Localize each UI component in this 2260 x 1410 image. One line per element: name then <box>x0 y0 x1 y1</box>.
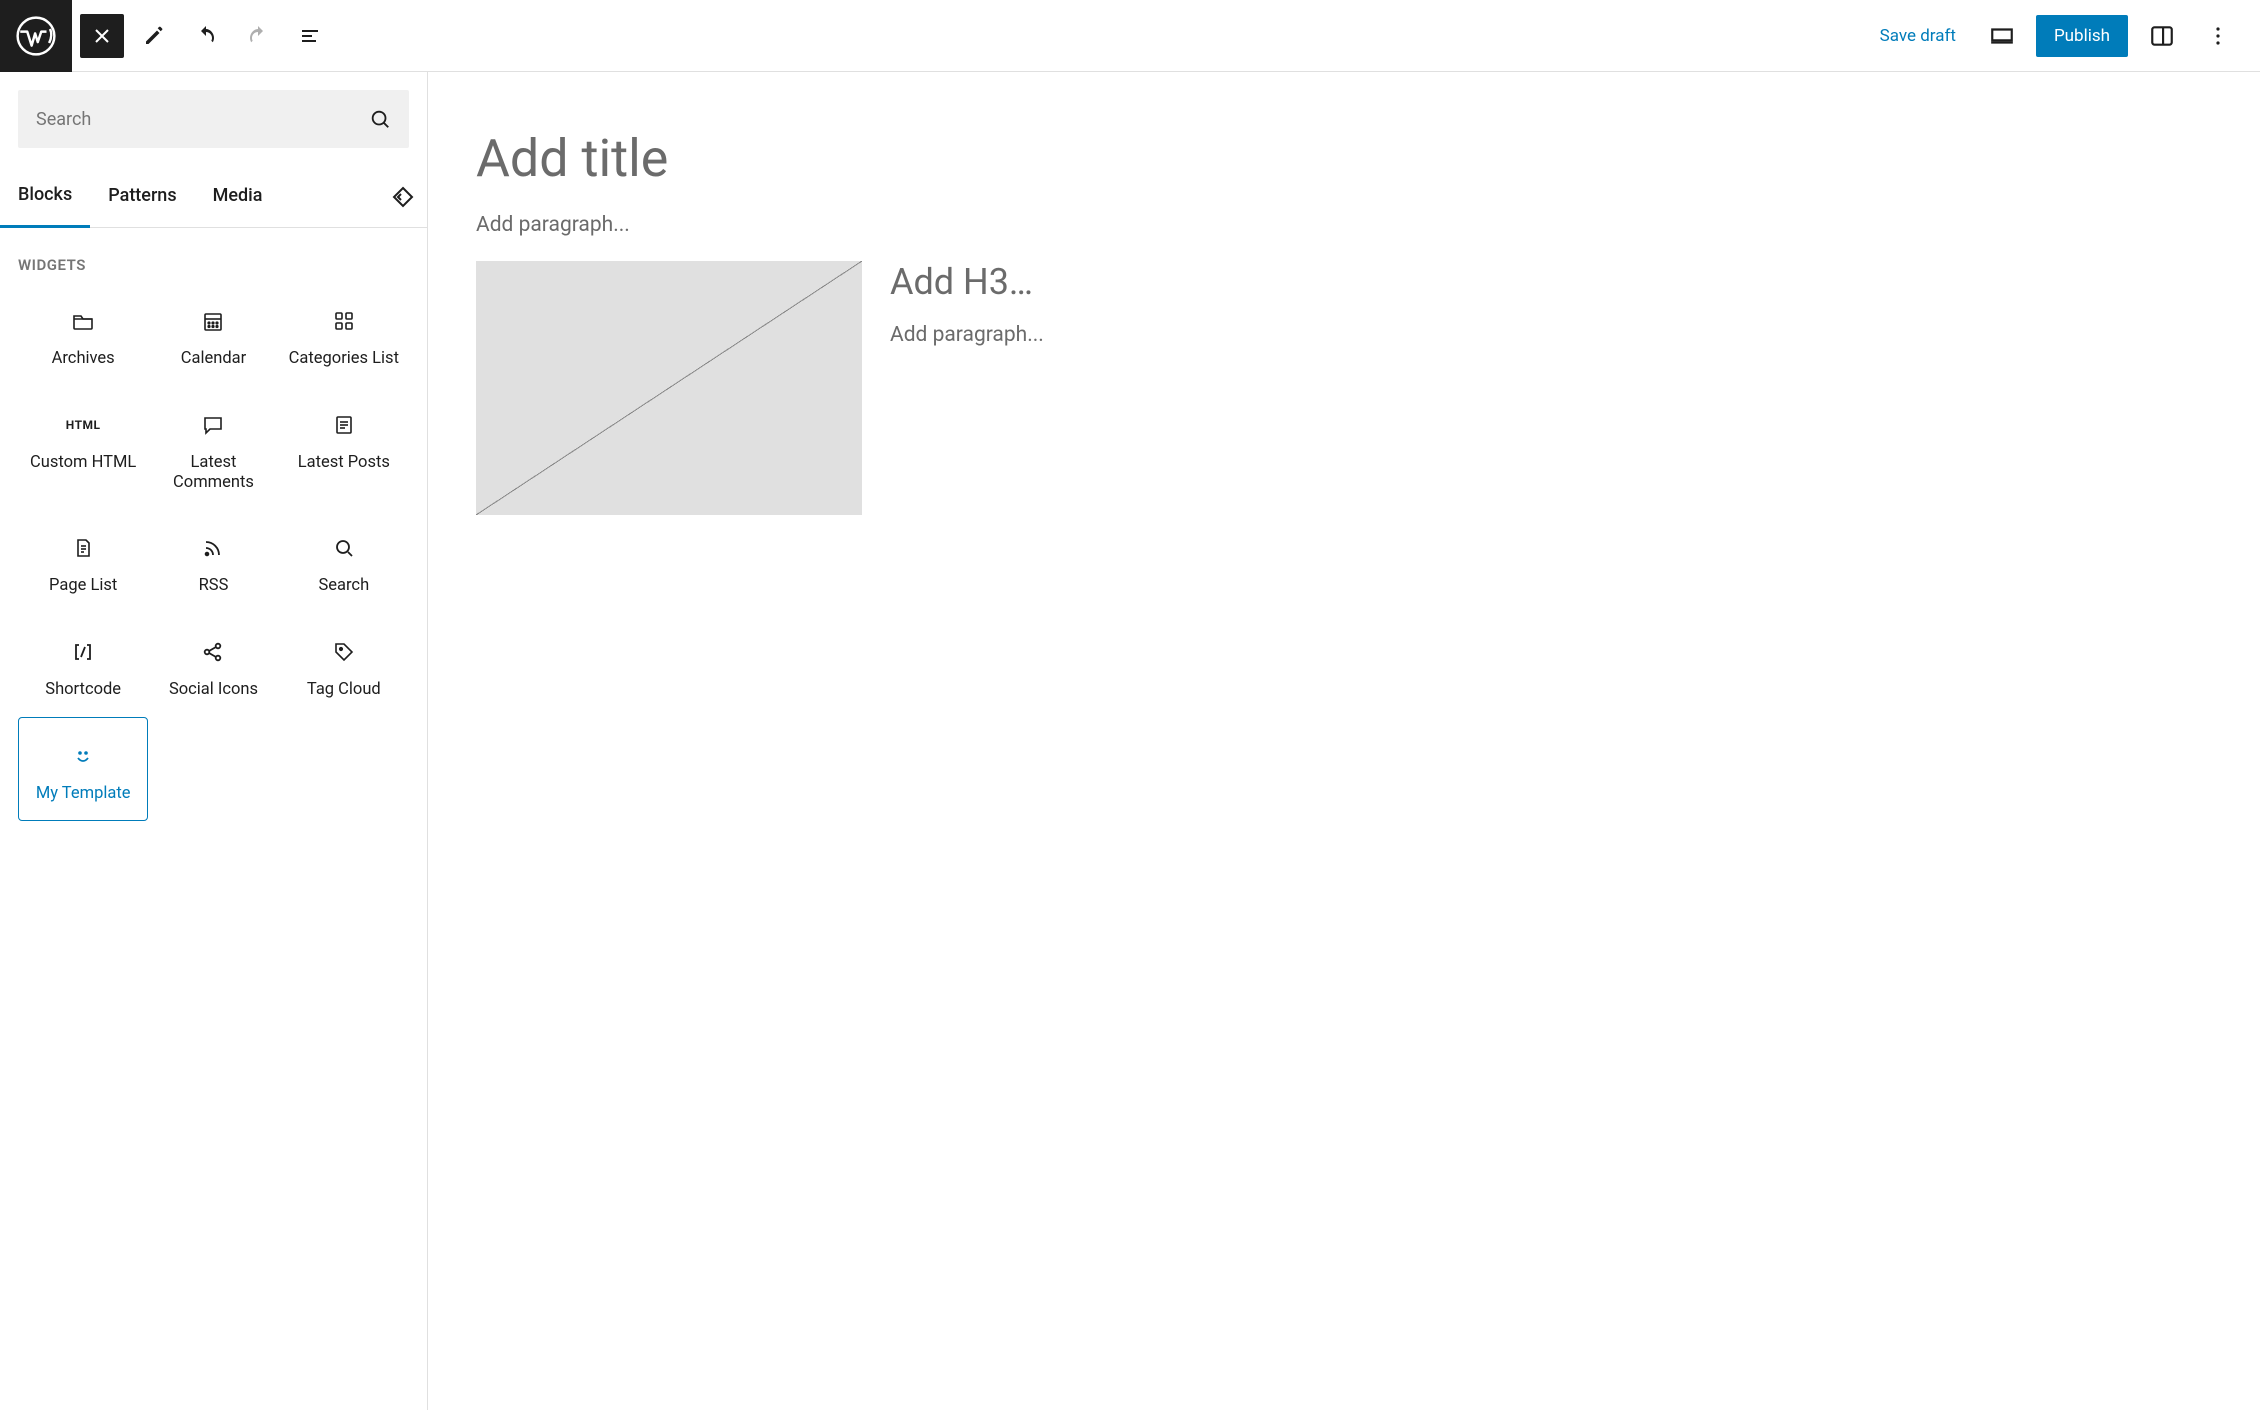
paragraph-placeholder[interactable]: Add paragraph... <box>476 213 1416 237</box>
media-text-block[interactable]: Add H3… Add paragraph... <box>476 261 1416 515</box>
edit-tool-button[interactable] <box>132 14 176 58</box>
block-label: Categories List <box>289 349 399 369</box>
block-categories-list[interactable]: Categories List <box>279 282 409 386</box>
block-label: RSS <box>199 576 229 596</box>
h3-placeholder[interactable]: Add H3… <box>890 261 1416 303</box>
sidebar-icon <box>2149 23 2175 49</box>
document-overview-button[interactable] <box>288 14 332 58</box>
block-label: Search <box>318 576 369 596</box>
undo-button[interactable] <box>184 14 228 58</box>
block-label: Page List <box>49 576 117 596</box>
inserter-detail-toggle[interactable] <box>379 185 427 209</box>
block-rss[interactable]: RSS <box>148 509 278 613</box>
block-archives[interactable]: Archives <box>18 282 148 386</box>
block-shortcode[interactable]: Shortcode <box>18 613 148 717</box>
block-label: Latest Posts <box>298 453 390 473</box>
kebab-icon <box>2206 24 2230 48</box>
block-label: Custom HTML <box>30 453 136 473</box>
image-placeholder[interactable] <box>476 261 862 515</box>
redo-icon <box>246 24 270 48</box>
block-social-icons[interactable]: Social Icons <box>148 613 278 717</box>
block-calendar[interactable]: Calendar <box>148 282 278 386</box>
block-label: My Template <box>36 784 131 804</box>
desktop-icon <box>1989 23 2015 49</box>
block-label: Social Icons <box>169 680 258 700</box>
block-label: Tag Cloud <box>307 680 381 700</box>
search-block-icon <box>332 536 356 560</box>
close-icon <box>90 24 114 48</box>
pencil-icon <box>142 24 166 48</box>
shortcode-icon <box>71 640 95 664</box>
tab-media[interactable]: Media <box>195 167 281 226</box>
block-inserter-panel: Blocks Patterns Media WIDGETS Archives C… <box>0 72 428 1410</box>
editor-body: Blocks Patterns Media WIDGETS Archives C… <box>0 72 2260 1410</box>
editor-canvas[interactable]: Add title Add paragraph... Add H3… Add p… <box>428 72 2260 1410</box>
archives-icon <box>71 309 95 333</box>
canvas-content: Add title Add paragraph... Add H3… Add p… <box>476 128 1416 515</box>
html-icon: HTML <box>71 413 95 437</box>
block-label: Latest Comments <box>153 453 273 493</box>
preview-button[interactable] <box>1980 14 2024 58</box>
settings-panel-toggle[interactable] <box>2140 14 2184 58</box>
tag-icon <box>332 640 356 664</box>
wordpress-icon <box>15 15 57 57</box>
close-inserter-button[interactable] <box>80 14 124 58</box>
block-page-list[interactable]: Page List <box>18 509 148 613</box>
save-draft-button[interactable]: Save draft <box>1868 18 1968 54</box>
calendar-icon <box>201 309 225 333</box>
chevron-panel-icon <box>391 185 415 209</box>
search-box[interactable] <box>18 90 409 148</box>
list-view-icon <box>298 24 322 48</box>
rss-icon <box>201 536 225 560</box>
search-wrap <box>0 72 427 166</box>
share-icon <box>201 640 225 664</box>
redo-button[interactable] <box>236 14 280 58</box>
block-latest-comments[interactable]: Latest Comments <box>148 386 278 510</box>
block-label: Shortcode <box>45 680 121 700</box>
publish-button[interactable]: Publish <box>2036 15 2128 57</box>
tab-blocks[interactable]: Blocks <box>0 166 90 228</box>
tab-patterns[interactable]: Patterns <box>90 167 194 226</box>
inserter-tabs: Blocks Patterns Media <box>0 166 427 228</box>
wordpress-logo[interactable] <box>0 0 72 72</box>
editor-topbar: Save draft Publish <box>0 0 2260 72</box>
paragraph2-placeholder[interactable]: Add paragraph... <box>890 323 1416 347</box>
search-icon <box>369 108 391 130</box>
block-label: Archives <box>52 349 115 369</box>
block-label: Calendar <box>181 349 246 369</box>
categories-icon <box>332 309 356 333</box>
block-latest-posts[interactable]: Latest Posts <box>279 386 409 510</box>
undo-icon <box>194 24 218 48</box>
smiley-icon <box>71 744 95 768</box>
block-tag-cloud[interactable]: Tag Cloud <box>279 613 409 717</box>
text-column: Add H3… Add paragraph... <box>890 261 1416 515</box>
topbar-left-tools <box>72 14 332 58</box>
comment-icon <box>201 413 225 437</box>
section-widgets-label: WIDGETS <box>0 228 427 282</box>
posts-icon <box>332 413 356 437</box>
more-options-button[interactable] <box>2196 14 2240 58</box>
topbar-right-tools: Save draft Publish <box>1868 14 2260 58</box>
block-grid: Archives Calendar Categories List HTML C… <box>0 282 427 821</box>
block-custom-html[interactable]: HTML Custom HTML <box>18 386 148 510</box>
search-input[interactable] <box>36 109 369 130</box>
block-search[interactable]: Search <box>279 509 409 613</box>
post-title-placeholder[interactable]: Add title <box>476 128 1416 189</box>
page-list-icon <box>71 536 95 560</box>
block-my-template[interactable]: My Template <box>18 717 148 821</box>
